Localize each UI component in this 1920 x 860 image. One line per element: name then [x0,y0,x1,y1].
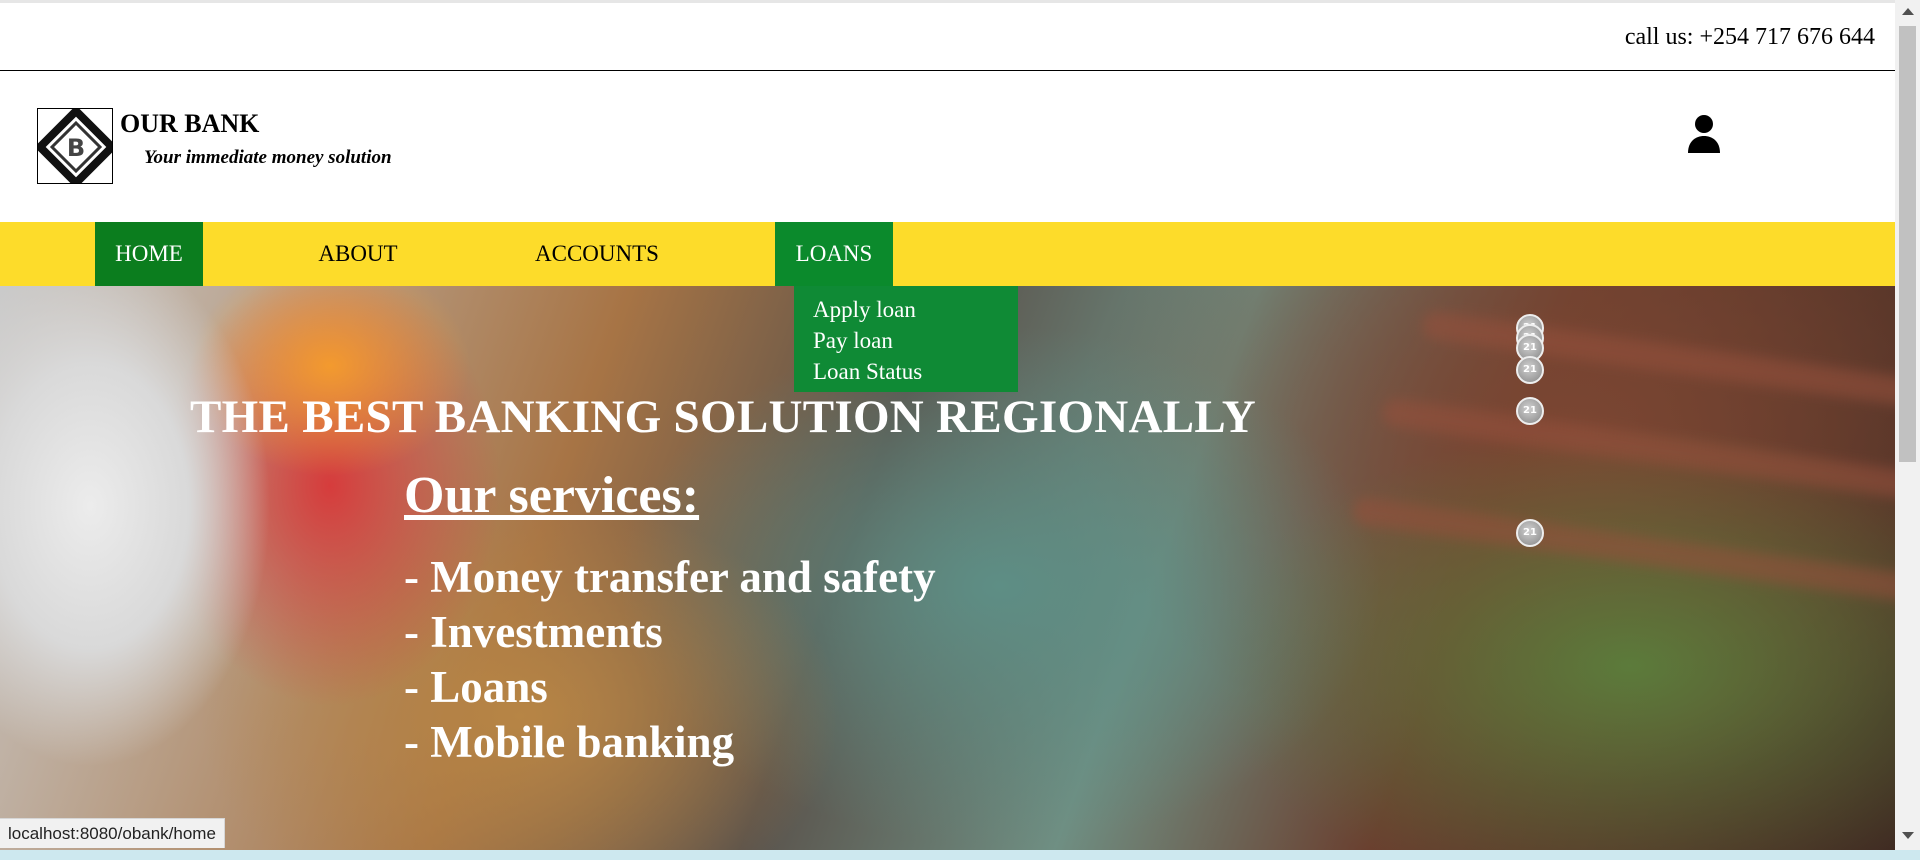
site-header: B OUR BANK Your immediate money solution [0,71,1895,222]
service-item: - Investments [404,607,663,657]
dropdown-loan-status[interactable]: Loan Status [794,356,1018,387]
vertical-scrollbar[interactable] [1895,0,1920,850]
badge-icon[interactable]: 21 [1516,356,1544,384]
user-icon[interactable] [1686,114,1722,154]
scroll-down-icon[interactable] [1902,832,1914,839]
scrollbar-thumb[interactable] [1899,26,1916,462]
badge-icon[interactable]: 21 [1516,519,1544,547]
contact-bar: call us: +254 717 676 644 [0,0,1895,71]
service-item: - Money transfer and safety [404,552,936,602]
taskbar-strip [0,850,1920,860]
hero-headline: THE BEST BANKING SOLUTION REGIONALLY [190,391,1257,443]
services-list: - Money transfer and safety - Investment… [404,550,936,770]
nav-loans[interactable]: LOANS [775,222,893,286]
scroll-up-icon[interactable] [1902,8,1914,15]
hero-decor [1350,495,1895,605]
loans-dropdown: Apply loan Pay loan Loan Status [794,286,1018,392]
service-item: - Loans [404,662,548,712]
status-bar-url: localhost:8080/obank/home [0,818,225,848]
hero-decor [1380,397,1895,503]
logo-letter: B [67,134,85,162]
main-nav: HOME ABOUT ACCOUNTS LOANS [0,222,1895,286]
brand-name: OUR BANK [120,109,260,138]
bank-logo[interactable]: B [37,108,113,184]
badge-icon[interactable]: 21 [1516,397,1544,425]
dropdown-apply-loan[interactable]: Apply loan [794,294,1018,325]
nav-about[interactable]: ABOUT [296,222,420,286]
call-us-text: call us: +254 717 676 644 [1624,24,1875,50]
hero-decor [1420,309,1895,411]
brand-tagline: Your immediate money solution [144,147,392,168]
dropdown-pay-loan[interactable]: Pay loan [794,325,1018,356]
nav-home[interactable]: HOME [95,222,203,286]
diamond-logo-icon: B [38,109,112,183]
nav-accounts[interactable]: ACCOUNTS [512,222,682,286]
services-title: Our services: [404,467,700,524]
service-item: - Mobile banking [404,717,735,767]
